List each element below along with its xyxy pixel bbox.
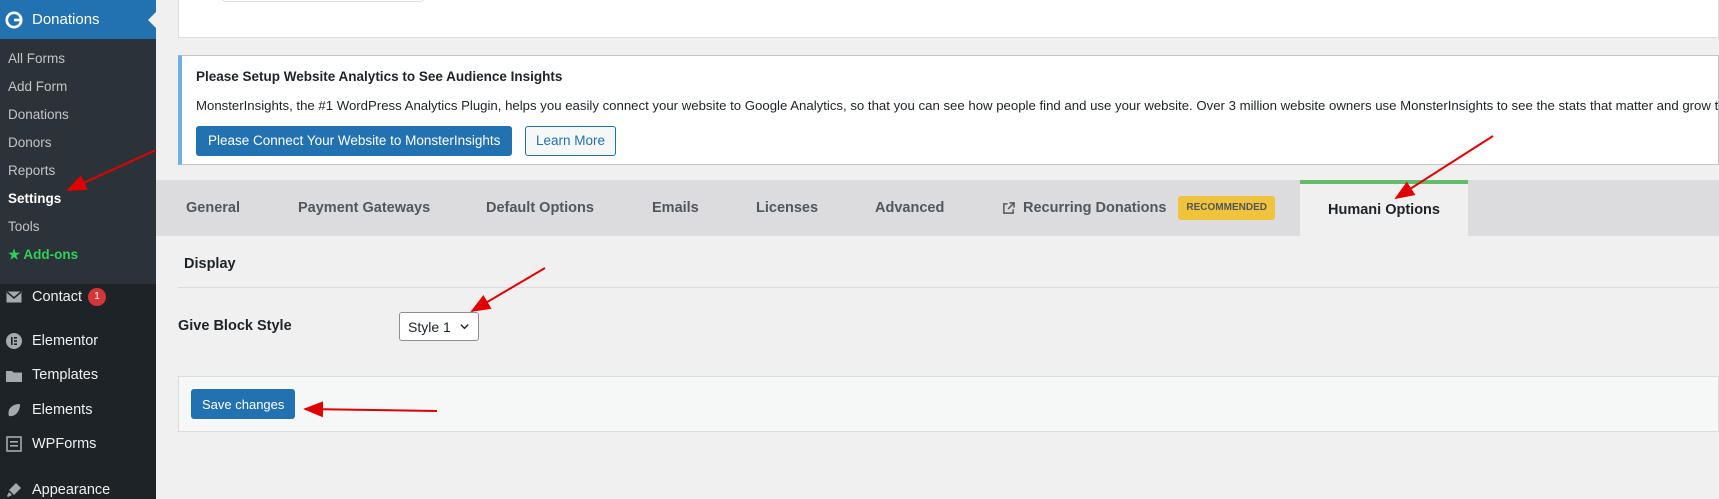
monsterinsights-notice: Please Setup Website Analytics to See Au… [178,55,1719,165]
chevron-down-icon [460,324,469,330]
menu-item-contact[interactable]: Contact 1 [0,282,156,312]
submenu-reports[interactable]: Reports [8,163,55,178]
give-block-style-value: Style 1 [408,318,451,335]
menu-item-wpforms[interactable]: WPForms [0,429,156,459]
give-block-style-label: Give Block Style [178,318,292,334]
tab-humani-options[interactable]: Humani Options [1300,180,1468,236]
submenu-add-ons[interactable]: ★ Add-ons [8,247,78,263]
submenu-all-forms[interactable]: All Forms [8,51,65,66]
save-box: Save changes [178,376,1719,432]
tab-licenses[interactable]: Licenses [756,180,818,236]
folder-icon [5,366,23,384]
menu-item-donations-label: Donations [32,11,100,28]
tab-advanced[interactable]: Advanced [875,180,944,236]
leaf-icon [5,401,23,419]
external-link-icon [1003,201,1015,214]
menu-item-donations[interactable]: Donations [0,0,156,39]
star-icon: ★ [8,247,21,262]
notice-title: Please Setup Website Analytics to See Au… [196,69,563,84]
tab-recurring-donations[interactable]: Recurring Donations RECOMMENDED [1002,180,1275,236]
form-icon [5,435,23,453]
tab-default-options[interactable]: Default Options [486,180,594,236]
divider [178,287,1719,288]
arrow-to-style-select [470,267,546,313]
recommended-badge: RECOMMENDED [1178,196,1275,220]
top-card-control [221,0,425,2]
tab-recurring-donations-label: Recurring Donations [1023,200,1167,216]
submenu-add-form[interactable]: Add Form [8,79,67,94]
menu-item-elements[interactable]: Elements [0,395,156,425]
menu-item-templates[interactable]: Templates [0,360,156,390]
settings-tabs: General Payment Gateways Default Options… [156,180,1719,236]
menu-item-elements-label: Elements [32,402,93,418]
submenu-donations[interactable]: Donations [8,107,69,122]
tab-payment-gateways[interactable]: Payment Gateways [298,180,430,236]
menu-item-contact-label: Contact [32,289,82,305]
submenu-tools[interactable]: Tools [8,219,40,234]
section-title: Display [184,256,236,272]
envelope-icon [5,288,23,306]
submenu-donors[interactable]: Donors [8,135,52,150]
admin-sidebar: Donations All Forms Add Form Donations D… [0,0,156,499]
tab-emails[interactable]: Emails [652,180,699,236]
give-block-style-select[interactable]: Style 1 [399,312,479,341]
learn-more-button[interactable]: Learn More [525,126,617,156]
notification-badge: 1 [87,288,106,306]
tab-general[interactable]: General [186,180,240,236]
connect-monsterinsights-button[interactable]: Please Connect Your Website to MonsterIn… [196,126,513,156]
notice-body: MonsterInsights, the #1 WordPress Analyt… [196,98,1719,113]
menu-item-wpforms-label: WPForms [32,436,97,452]
menu-item-elementor-label: Elementor [32,333,99,349]
menu-item-templates-label: Templates [32,367,99,383]
current-menu-pointer [148,12,156,28]
brush-icon [5,481,23,499]
menu-item-appearance[interactable]: Appearance [0,475,156,499]
give-logo-icon [5,10,23,29]
elementor-icon [5,332,23,350]
submenu-settings[interactable]: Settings [8,191,61,206]
menu-item-appearance-label: Appearance [32,482,111,498]
submenu-add-ons-label: Add-ons [23,247,79,262]
donations-submenu: All Forms Add Form Donations Donors Repo… [0,39,156,284]
save-changes-button[interactable]: Save changes [191,389,296,419]
menu-item-elementor[interactable]: Elementor [0,326,156,356]
top-card [178,0,1719,38]
